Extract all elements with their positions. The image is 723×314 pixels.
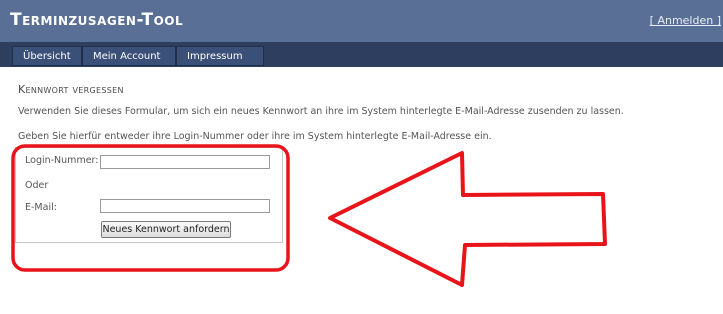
email-label: E-Mail: [25, 202, 57, 213]
app-header: Terminzusagen-Tool [ Anmelden ] [0, 0, 723, 42]
email-input[interactable] [100, 199, 270, 213]
arrow-icon [328, 151, 607, 287]
app-title: Terminzusagen-Tool [10, 10, 184, 30]
request-password-button[interactable]: Neues Kennwort anfordern [101, 221, 231, 238]
nav-tabs: Übersicht Mein Account Impressum [12, 46, 264, 66]
or-label: Oder [25, 180, 49, 191]
nav-item-mein-account[interactable]: Mein Account [82, 46, 176, 66]
nav-item-uebersicht[interactable]: Übersicht [12, 46, 82, 66]
login-number-input[interactable] [100, 155, 270, 169]
login-number-label: Login-Nummer: [25, 155, 99, 166]
main-nav: Übersicht Mein Account Impressum [0, 42, 723, 67]
nav-item-impressum[interactable]: Impressum [176, 46, 264, 66]
login-link-wrap: [ Anmelden ] [650, 14, 721, 27]
page-title: Kennwort vergessen [18, 83, 124, 96]
login-link[interactable]: [ Anmelden ] [650, 14, 721, 27]
intro-text: Verwenden Sie dieses Formular, um sich e… [18, 106, 624, 117]
instruction-text: Geben Sie hierfür entweder ihre Login-Nu… [18, 131, 492, 142]
